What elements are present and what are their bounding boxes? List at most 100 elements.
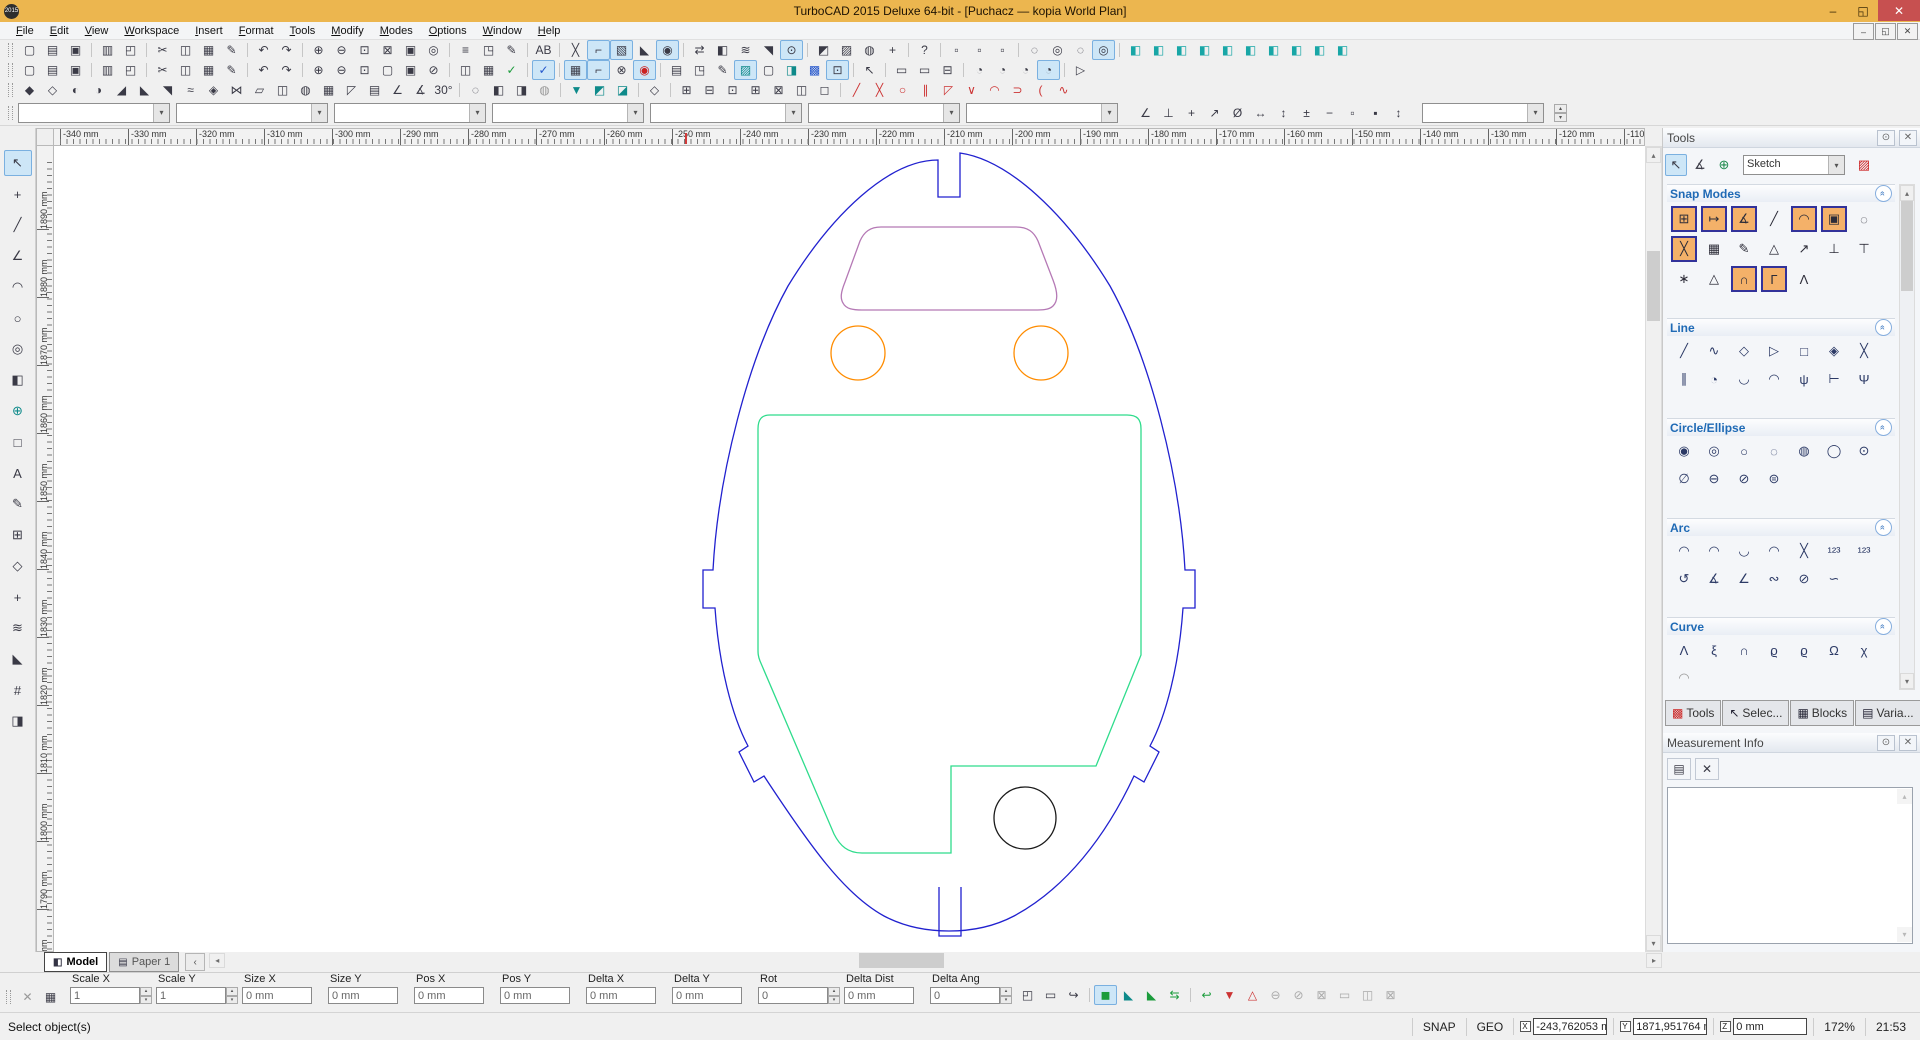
resize-gray[interactable]: ⊠	[1310, 985, 1333, 1005]
crosshair-tool[interactable]: +	[4, 584, 32, 610]
menu-item[interactable]: Insert	[187, 24, 231, 38]
panel-select[interactable]: ↖	[1665, 154, 1687, 176]
list-icon[interactable]: ▤	[1667, 758, 1691, 780]
field-value[interactable]: 1	[156, 987, 226, 1004]
open-file[interactable]: ▤	[41, 60, 64, 80]
mdi-minimize-button[interactable]: –	[1853, 23, 1874, 40]
array-2[interactable]: ⊞	[744, 80, 767, 100]
section-circle-ellipse[interactable]: Circle/Ellipse «	[1667, 418, 1895, 436]
palette-scrollbar[interactable]: ▴ ▾	[1899, 184, 1915, 690]
circle-concentric[interactable]: ◎	[1701, 440, 1727, 462]
drawing-canvas[interactable]	[54, 146, 1645, 952]
wedge[interactable]: ◢	[110, 80, 133, 100]
right-hole[interactable]	[1013, 325, 1069, 381]
snap-point[interactable]: +	[4, 181, 32, 207]
paste[interactable]: ▦	[197, 40, 220, 60]
bounding-box[interactable]: ▭	[1039, 985, 1062, 1005]
preview-doc[interactable]: ◰	[119, 60, 142, 80]
add-tool[interactable]: +	[881, 40, 904, 60]
snap-workplane[interactable]: △	[1701, 266, 1727, 292]
coordinate-value[interactable]: 0 mm	[1733, 1018, 1808, 1035]
toolbar-grip[interactable]	[8, 83, 13, 97]
field-spinner[interactable]: ▴ ▾	[226, 987, 238, 1004]
bar-2[interactable]: ▭	[913, 60, 936, 80]
zoom-selection[interactable]: ◎	[422, 40, 445, 60]
grid-tool[interactable]: ⊞	[4, 522, 32, 548]
spline-edit[interactable]: χ	[1851, 639, 1877, 661]
ring-2[interactable]: ◍	[533, 80, 556, 100]
zoom-in[interactable]: ⊕	[302, 40, 330, 60]
view-cube-5[interactable]: ◧	[1216, 40, 1239, 60]
lights[interactable]: ◍	[858, 40, 881, 60]
stack[interactable]: ◫	[271, 80, 294, 100]
join[interactable]: ⋈	[225, 80, 248, 100]
paint-bucket-icon[interactable]: ▨	[1853, 154, 1875, 176]
zoom-page[interactable]: ▣	[399, 40, 422, 60]
field-value[interactable]: 0 mm	[328, 987, 398, 1004]
Tools[interactable]: ▩ Tools	[1665, 700, 1722, 726]
left-hole[interactable]	[830, 325, 886, 381]
dim-diameter[interactable]: Ø	[1226, 103, 1249, 123]
scroll-up-icon[interactable]: ▴	[1646, 147, 1661, 163]
snap-apex[interactable]: Λ	[1791, 266, 1817, 292]
canvas-hscrollbar[interactable]: ◂ ▸	[209, 953, 1662, 970]
sphere-dark[interactable]: ◑	[87, 80, 110, 100]
restore-button[interactable]: ◱	[1848, 0, 1878, 21]
palette-2[interactable]: ▤	[660, 60, 688, 80]
bar-1[interactable]: ▭	[885, 60, 913, 80]
revision-cloud-2[interactable]: ϱ	[1791, 639, 1817, 661]
array-x[interactable]: ⊠	[767, 80, 790, 100]
surface-edit[interactable]: ≋	[734, 40, 757, 60]
dim-line[interactable]: ╱	[840, 80, 868, 100]
multiline[interactable]: Ψ	[1851, 368, 1877, 390]
view-cube-8[interactable]: ◧	[1285, 40, 1308, 60]
menu-item[interactable]: Workspace	[116, 24, 187, 38]
perpendicular-line[interactable]: ╳	[1851, 340, 1877, 362]
Blocks[interactable]: ▦ Blocks	[1790, 700, 1855, 726]
paste-2[interactable]: ▦	[197, 60, 220, 80]
delete-measure-icon[interactable]: ✕	[1695, 758, 1719, 780]
close-box-gray[interactable]: ⊠	[1379, 985, 1402, 1005]
undo[interactable]: ↶	[247, 40, 275, 60]
snap-flag[interactable]: ✎	[1731, 236, 1757, 262]
dim-horizontal[interactable]: ↔	[1249, 103, 1272, 123]
print-preview[interactable]: ◰	[119, 40, 142, 60]
corner-teal[interactable]: ◣	[1117, 985, 1140, 1005]
snap-midpoint[interactable]: ∡	[1731, 206, 1757, 232]
menu-item[interactable]: Edit	[42, 24, 77, 38]
arc-tan-point[interactable]: ∡	[1701, 568, 1727, 590]
fill-mode[interactable]: ◼	[1089, 985, 1117, 1005]
copy-properties[interactable]: ◰	[1016, 985, 1039, 1005]
tangent-to-arc[interactable]: ◔	[1701, 368, 1727, 390]
angle-a[interactable]: ∠	[386, 80, 409, 100]
field-value[interactable]: 0	[930, 987, 1000, 1004]
triangle-tool[interactable]: ◣	[4, 646, 32, 672]
smooth[interactable]: ≈	[179, 80, 202, 100]
text-tool[interactable]: A	[4, 460, 32, 486]
cube-t2[interactable]: ◨	[510, 80, 533, 100]
section-line[interactable]: Line «	[1667, 318, 1895, 336]
view-cube-2[interactable]: ◧	[1147, 40, 1170, 60]
minimize-button[interactable]: –	[1818, 0, 1848, 21]
no-entry-gray[interactable]: ⊘	[1287, 985, 1310, 1005]
sketch-curve[interactable]: ξ	[1701, 639, 1727, 661]
dim-angle[interactable]: ∠	[1134, 103, 1157, 123]
snap-nearest[interactable]: ↦	[1701, 206, 1727, 232]
angle-b[interactable]: ∡	[409, 80, 432, 100]
tangent-2-arcs[interactable]: ◠	[1761, 368, 1787, 390]
field-value[interactable]: 0 mm	[586, 987, 656, 1004]
field-value[interactable]: 0 mm	[672, 987, 742, 1004]
snap-line[interactable]: ╱	[1761, 206, 1787, 232]
cube-3d[interactable]: ◧	[711, 40, 734, 60]
zoom-in-2[interactable]: ⊕	[302, 60, 330, 80]
spline-by-fit[interactable]: Λ	[1671, 639, 1697, 661]
palette-scroll-thumb[interactable]	[1901, 201, 1913, 291]
ellipse-fixed-ratio[interactable]: ⊜	[1761, 468, 1787, 490]
square-teal-2[interactable]: ◪	[611, 80, 634, 100]
toolbar-grip[interactable]	[8, 43, 13, 57]
snap-toggle[interactable]: SNAP	[1411, 1017, 1466, 1036]
tri-end[interactable]: ▷	[1064, 60, 1092, 80]
rect-select[interactable]: ▢	[376, 60, 399, 80]
ramp[interactable]: ◥	[156, 80, 179, 100]
tangent-from-arc[interactable]: ◡	[1731, 368, 1757, 390]
